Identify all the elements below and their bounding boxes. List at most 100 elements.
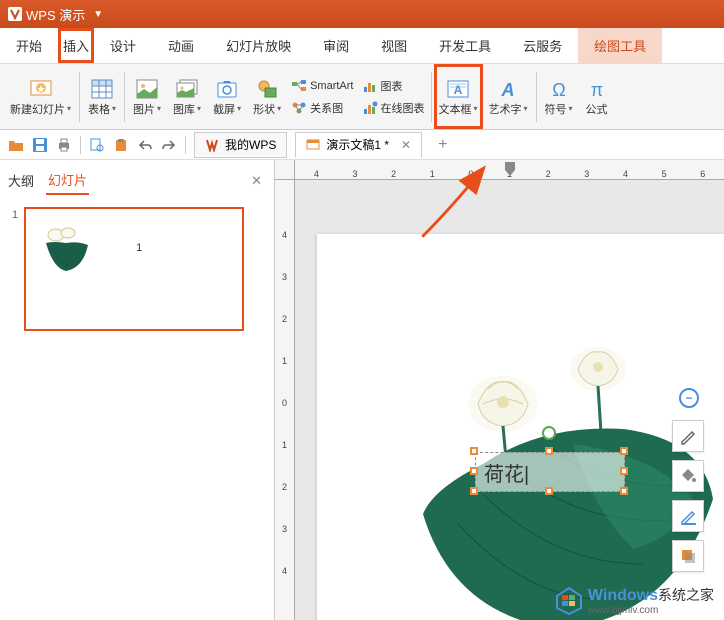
menu-view[interactable]: 视图 (365, 28, 423, 63)
selection-handle-s[interactable] (545, 487, 553, 495)
doc-tab-mywps[interactable]: 我的WPS (194, 132, 287, 158)
menu-cloud[interactable]: 云服务 (507, 28, 578, 63)
print-preview-icon[interactable] (89, 137, 105, 153)
menu-slideshow[interactable]: 幻灯片放映 (210, 28, 307, 63)
table-icon (90, 77, 114, 101)
selection-handle-nw[interactable] (470, 447, 478, 455)
selection-handle-w[interactable] (470, 467, 478, 475)
redo-icon[interactable] (161, 137, 177, 153)
rotation-handle[interactable] (542, 426, 556, 440)
smartart-label: SmartArt (310, 80, 353, 92)
menu-review[interactable]: 审阅 (307, 28, 365, 63)
ribbon-new-slide[interactable]: 新建幻灯片▾ (4, 64, 77, 129)
ruler-indicator-icon[interactable] (505, 162, 515, 176)
ruler-vertical: 4 3 2 1 0 1 2 3 4 (275, 180, 295, 620)
ribbon-symbol[interactable]: Ω 符号▾ (539, 64, 579, 129)
open-icon[interactable] (8, 137, 24, 153)
format-panel: − (672, 388, 706, 572)
menu-bar: 开始 插入 设计 动画 幻灯片放映 审阅 视图 开发工具 云服务 绘图工具 (0, 28, 724, 64)
ruler-tick: 4 (606, 169, 645, 179)
menu-design[interactable]: 设计 (94, 28, 152, 63)
thumb-lotus-icon (38, 223, 94, 273)
dropdown-icon: ▾ (277, 104, 281, 113)
ribbon-picture[interactable]: 图片▾ (127, 64, 167, 129)
ribbon-textbox[interactable]: A 文本框▾ (434, 64, 483, 129)
format-fill-button[interactable] (672, 460, 704, 492)
menu-insert[interactable]: 插入 (58, 28, 94, 63)
windows-logo-icon (554, 586, 584, 616)
print-icon[interactable] (56, 137, 72, 153)
slide-canvas[interactable]: 荷花| (317, 234, 724, 620)
ribbon-online-chart[interactable]: 在线图表 (362, 98, 425, 118)
ribbon-gallery[interactable]: 图库▾ (167, 64, 207, 129)
dropdown-icon: ▾ (474, 104, 478, 113)
ribbon-smartart[interactable]: SmartArt (291, 76, 353, 96)
ribbon-wordart[interactable]: A 艺术字▾ (483, 64, 534, 129)
title-bar: WPS 演示 ▼ (0, 0, 724, 28)
svg-text:Ω: Ω (552, 80, 565, 99)
ruler-corner (275, 160, 295, 180)
ribbon-chart[interactable]: 图表 (362, 76, 425, 96)
dropdown-icon: ▾ (112, 104, 116, 113)
selection-handle-n[interactable] (545, 447, 553, 455)
title-dropdown-icon[interactable]: ▼ (93, 9, 103, 20)
close-tab-icon[interactable]: ✕ (401, 138, 411, 152)
selection-handle-se[interactable] (620, 487, 628, 495)
picture-icon (135, 77, 159, 101)
ruler-tick: 3 (567, 169, 606, 179)
save-icon[interactable] (32, 137, 48, 153)
menu-start[interactable]: 开始 (0, 28, 58, 63)
ribbon-equation[interactable]: π 公式 (579, 64, 615, 129)
outline-tab[interactable]: 大纲 (6, 167, 36, 194)
ruler-tick: 4 (297, 169, 336, 179)
relation-icon (291, 100, 307, 116)
ruler-tick: 1 (413, 169, 452, 179)
dropdown-icon: ▾ (197, 104, 201, 113)
ribbon-table[interactable]: 表格▾ (82, 64, 122, 129)
menu-developer[interactable]: 开发工具 (423, 28, 507, 63)
equation-label: 公式 (586, 101, 608, 117)
ribbon-separator (431, 72, 432, 122)
ruler-tick: 3 (275, 272, 294, 314)
selection-handle-ne[interactable] (620, 447, 628, 455)
online-chart-label: 在线图表 (381, 100, 425, 116)
collapse-panel-button[interactable]: − (679, 388, 699, 408)
selection-handle-e[interactable] (620, 467, 628, 475)
format-edit-button[interactable] (672, 420, 704, 452)
smartart-icon (291, 78, 307, 94)
slide-thumbnail[interactable]: 1 (24, 207, 244, 331)
undo-icon[interactable] (137, 137, 153, 153)
menu-drawing-tools[interactable]: 绘图工具 (578, 28, 662, 63)
ruler-tick: 2 (374, 169, 413, 179)
format-effects-button[interactable] (672, 540, 704, 572)
slides-tab[interactable]: 幻灯片 (46, 166, 89, 195)
relation-label: 关系图 (310, 100, 343, 116)
gallery-label: 图库 (173, 101, 195, 117)
textbox-content: 荷花| (484, 458, 529, 487)
menu-animation[interactable]: 动画 (152, 28, 210, 63)
close-panel-icon[interactable]: ✕ (245, 173, 268, 189)
screenshot-icon (215, 77, 239, 101)
ruler-tick: 0 (275, 398, 294, 440)
ruler-tick: 4 (275, 230, 294, 272)
symbol-label: 符号 (545, 101, 567, 117)
text-box[interactable]: 荷花| (475, 452, 625, 492)
slide-thumb-item[interactable]: 1 1 (12, 207, 262, 331)
selection-handle-sw[interactable] (470, 487, 478, 495)
doc-label: 演示文稿1 * (326, 136, 389, 153)
ribbon-screenshot[interactable]: 截屏▾ (207, 64, 247, 129)
ribbon-shapes[interactable]: 形状▾ (247, 64, 287, 129)
app-logo: WPS 演示 ▼ (8, 5, 103, 24)
separator (80, 136, 81, 154)
watermark-url: www.bjjmlv.com (588, 605, 714, 616)
svg-text:π: π (590, 80, 602, 99)
textbox-icon: A (446, 77, 470, 101)
paste-icon[interactable] (113, 137, 129, 153)
doc-tab-presentation[interactable]: 演示文稿1 * ✕ (295, 132, 422, 158)
wordart-label: 艺术字 (489, 101, 522, 117)
quick-access-bar: 我的WPS 演示文稿1 * ✕ + (0, 130, 724, 160)
add-tab-icon[interactable]: + (430, 136, 455, 154)
ribbon-relation[interactable]: 关系图 (291, 98, 353, 118)
format-outline-button[interactable] (672, 500, 704, 532)
shapes-label: 形状 (253, 101, 275, 117)
